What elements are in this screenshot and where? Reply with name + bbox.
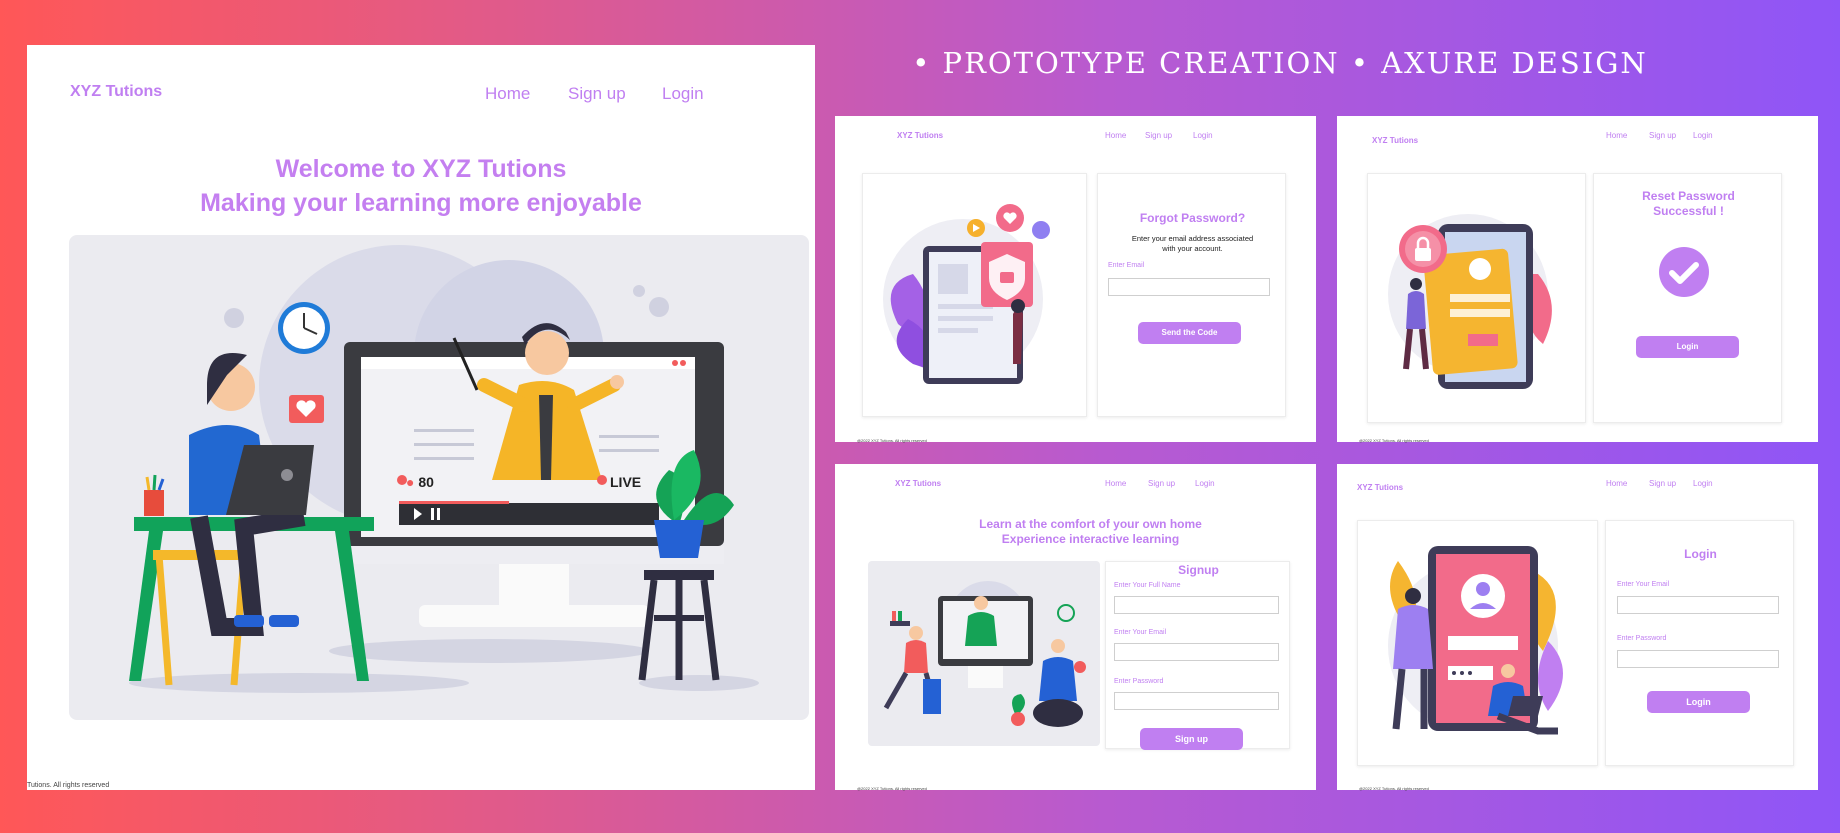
fullname-field[interactable] <box>1114 596 1279 614</box>
illustration-card <box>1357 520 1598 766</box>
footer-text: Tutions. All rights reserved <box>27 782 110 789</box>
nav-home[interactable]: Home <box>485 84 530 104</box>
email-field[interactable] <box>1617 596 1779 614</box>
forgot-form-card: Forgot Password? Enter your email addres… <box>1097 173 1286 417</box>
main-home-mockup: XYZ Tutions Home Sign up Login Welcome t… <box>27 45 815 790</box>
live-badge: LIVE <box>610 474 642 490</box>
fullname-label: Enter Your Full Name <box>1114 582 1181 589</box>
logo[interactable]: XYZ Tutions <box>70 83 162 101</box>
send-code-button[interactable]: Send the Code <box>1138 322 1241 344</box>
nav-home[interactable]: Home <box>1606 479 1627 488</box>
footer-text: @2022 XYZ Tutions. All rights reserved <box>1359 786 1429 791</box>
form-title: Login <box>1684 547 1717 561</box>
login-form-card: Login Enter Your Email Enter Password Lo… <box>1605 520 1794 766</box>
user-icon: ● <box>406 474 415 490</box>
clock-icon <box>278 302 330 354</box>
email-label: Enter Your Email <box>1617 581 1670 588</box>
form-title-2: Successful ! <box>1653 204 1724 218</box>
email-label: Enter Email <box>1108 262 1145 269</box>
form-description: Enter your email address associated <box>1131 234 1254 243</box>
hero-illustration <box>868 561 1100 746</box>
logo[interactable]: XYZ Tutions <box>897 131 943 140</box>
nav-signup[interactable]: Sign up <box>1649 131 1676 140</box>
nav-login[interactable]: Login <box>662 84 704 104</box>
viewer-count: ● 80 <box>406 474 434 490</box>
reset-password-mockup: XYZ Tutions Home Sign up Login Reset Pas… <box>1337 116 1818 443</box>
hero-subheadline: Experience interactive learning <box>1001 532 1180 546</box>
forgot-password-mockup: XYZ Tutions Home Sign up Login Forgot Pa… <box>835 116 1316 443</box>
nav-login[interactable]: Login <box>1195 479 1215 488</box>
password-field[interactable] <box>1114 692 1279 710</box>
logo[interactable]: XYZ Tutions <box>895 479 941 488</box>
hero-subheadline: Making your learning more enjoyable <box>200 189 642 217</box>
password-label: Enter Password <box>1114 678 1164 685</box>
page-title: • PROTOTYPE CREATION • AXURE DESIGN <box>912 46 1648 80</box>
form-title: Reset Password <box>1642 189 1735 203</box>
nav-home[interactable]: Home <box>1105 479 1126 488</box>
logo[interactable]: XYZ Tutions <box>1372 136 1418 145</box>
login-button[interactable]: Login <box>1647 691 1750 713</box>
reset-success-card: Reset Password Successful ! Login <box>1593 173 1782 423</box>
hero-headline: Welcome to XYZ Tutions <box>275 155 567 183</box>
nav-signup[interactable]: Sign up <box>568 84 626 104</box>
logo[interactable]: XYZ Tutions <box>1357 483 1403 492</box>
password-label: Enter Password <box>1617 635 1667 642</box>
illustration-card <box>1367 173 1586 423</box>
email-field[interactable] <box>1108 278 1270 296</box>
login-button[interactable]: Login <box>1636 336 1739 358</box>
check-circle-icon <box>1659 247 1709 297</box>
signup-mockup: XYZ Tutions Home Sign up Login Learn at … <box>835 464 1316 791</box>
nav-signup[interactable]: Sign up <box>1145 131 1172 140</box>
illustration-card <box>862 173 1087 417</box>
heart-icon <box>289 395 324 423</box>
password-field[interactable] <box>1617 650 1779 668</box>
footer-text: @2022 XYZ Tutions. All rights reserved <box>1359 438 1429 443</box>
nav-login[interactable]: Login <box>1693 131 1713 140</box>
form-description-2: with your account. <box>1162 244 1223 253</box>
nav-signup[interactable]: Sign up <box>1649 479 1676 488</box>
nav-home[interactable]: Home <box>1606 131 1627 140</box>
signup-button[interactable]: Sign up <box>1140 728 1243 750</box>
nav-home[interactable]: Home <box>1105 131 1126 140</box>
nav-signup[interactable]: Sign up <box>1148 479 1175 488</box>
footer-text: @2022 XYZ Tutions. All rights reserved <box>857 786 927 791</box>
email-label: Enter Your Email <box>1114 629 1167 636</box>
login-mockup: XYZ Tutions Home Sign up Login Login Ent… <box>1337 464 1818 791</box>
email-field[interactable] <box>1114 643 1279 661</box>
hero-headline: Learn at the comfort of your own home <box>979 517 1202 531</box>
nav-login[interactable]: Login <box>1193 131 1213 140</box>
nav-login[interactable]: Login <box>1693 479 1713 488</box>
hero-illustration: ● 80 LIVE <box>69 235 809 720</box>
form-title: Signup <box>1178 563 1219 577</box>
signup-form-card: Signup Enter Your Full Name Enter Your E… <box>1105 561 1290 750</box>
lock-icon <box>1399 225 1447 273</box>
footer-text: @2022 XYZ Tutions. All rights reserved <box>857 438 927 443</box>
lock-shield-icon <box>981 242 1033 307</box>
form-title: Forgot Password? <box>1139 211 1246 225</box>
